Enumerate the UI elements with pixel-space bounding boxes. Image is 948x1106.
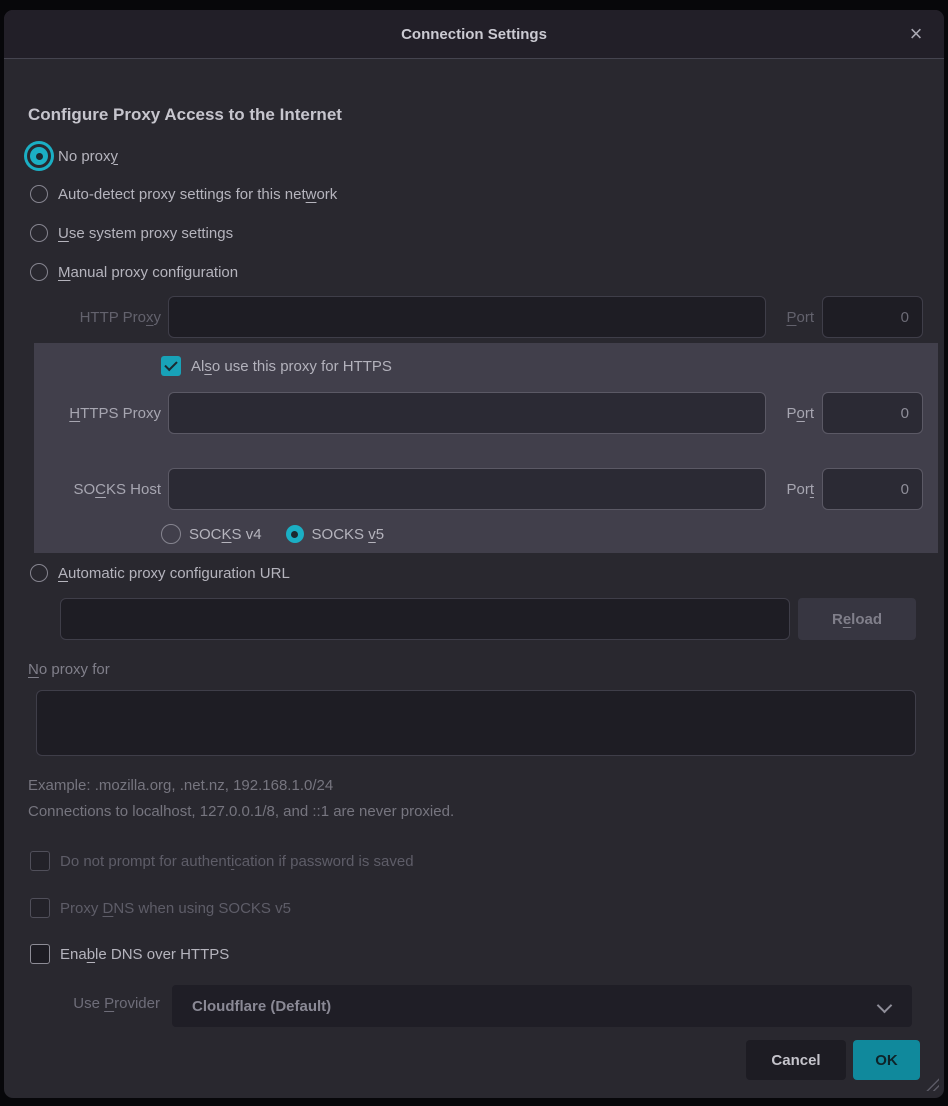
https-proxy-input[interactable] [168, 392, 766, 434]
radio-icon[interactable] [30, 564, 48, 582]
checkbox-enable-doh[interactable]: Enable DNS over HTTPS [30, 943, 229, 965]
socks-version-row: SOCKS v4 SOCKS v5 [161, 524, 384, 544]
https-port-input[interactable] [822, 392, 923, 434]
radio-system-proxy-label: Use system proxy settings [58, 225, 233, 242]
checkbox-enable-doh-label: Enable DNS over HTTPS [60, 946, 229, 963]
checkbox-icon[interactable] [30, 851, 50, 871]
no-proxy-note-text: Connections to localhost, 127.0.0.1/8, a… [28, 803, 454, 820]
socks-host-label: SOCKS Host [34, 481, 168, 498]
socks-host-input[interactable] [168, 468, 766, 510]
radio-system-proxy[interactable]: Use system proxy settings [30, 219, 233, 247]
ok-button[interactable]: OK [853, 1040, 920, 1080]
provider-selected-value: Cloudflare (Default) [192, 998, 331, 1015]
cancel-button[interactable]: Cancel [746, 1040, 846, 1080]
radio-selected-icon-socks-v5[interactable] [286, 525, 304, 543]
no-proxy-for-label: No proxy for [28, 661, 110, 678]
radio-manual-proxy[interactable]: Manual proxy configuration [30, 258, 238, 286]
radio-no-proxy-label: No proxy [58, 148, 118, 165]
http-port-label: Port [776, 309, 814, 326]
http-proxy-row: HTTP Proxy Port [34, 296, 920, 338]
dialog-titlebar: Connection Settings × [4, 10, 944, 59]
close-icon[interactable]: × [900, 18, 932, 50]
socks-host-row: SOCKS Host Port [34, 468, 920, 510]
use-provider-label: Use Provider [28, 995, 160, 1012]
radio-socks-v5-label[interactable]: SOCKS v5 [312, 526, 385, 543]
radio-icon[interactable] [30, 263, 48, 281]
https-proxy-label: HTTPS Proxy [34, 405, 168, 422]
checkbox-no-auth-prompt-label: Do not prompt for authentication if pass… [60, 853, 414, 870]
radio-auto-url-label: Automatic proxy configuration URL [58, 565, 290, 582]
http-port-input[interactable] [822, 296, 923, 338]
radio-selected-icon[interactable] [30, 147, 48, 165]
radio-auto-detect-label: Auto-detect proxy settings for this netw… [58, 186, 337, 203]
checkbox-icon[interactable] [30, 898, 50, 918]
reload-button[interactable]: Reload [798, 598, 916, 640]
checkbox-also-https-label: Also use this proxy for HTTPS [191, 358, 392, 375]
radio-no-proxy[interactable]: No proxy [30, 142, 118, 170]
radio-auto-url[interactable]: Automatic proxy configuration URL [30, 559, 290, 587]
checkbox-icon[interactable] [30, 944, 50, 964]
http-proxy-label: HTTP Proxy [34, 309, 168, 326]
no-proxy-example-text: Example: .mozilla.org, .net.nz, 192.168.… [28, 777, 333, 794]
radio-manual-proxy-label: Manual proxy configuration [58, 264, 238, 281]
provider-dropdown[interactable]: Cloudflare (Default) [172, 985, 912, 1027]
resize-grip[interactable] [925, 1077, 939, 1091]
radio-socks-v4-label[interactable]: SOCKS v4 [189, 526, 262, 543]
socks-port-input[interactable] [822, 468, 923, 510]
connection-settings-dialog: Connection Settings × Configure Proxy Ac… [4, 10, 944, 1098]
radio-icon[interactable] [30, 224, 48, 242]
dialog-title: Connection Settings [401, 26, 547, 43]
https-proxy-row: HTTPS Proxy Port [34, 392, 920, 434]
checkbox-proxy-dns[interactable]: Proxy DNS when using SOCKS v5 [30, 897, 291, 919]
http-proxy-input[interactable] [168, 296, 766, 338]
https-port-label: Port [776, 405, 814, 422]
auto-url-input[interactable] [60, 598, 790, 640]
checkbox-checked-icon[interactable] [161, 356, 181, 376]
no-proxy-for-textarea[interactable] [36, 690, 916, 756]
socks-port-label: Port [776, 481, 814, 498]
page-title: Configure Proxy Access to the Internet [28, 105, 342, 125]
checkbox-proxy-dns-label: Proxy DNS when using SOCKS v5 [60, 900, 291, 917]
checkbox-also-https[interactable]: Also use this proxy for HTTPS [161, 355, 392, 377]
radio-icon[interactable] [30, 185, 48, 203]
radio-icon-socks-v4[interactable] [161, 524, 181, 544]
radio-auto-detect[interactable]: Auto-detect proxy settings for this netw… [30, 180, 337, 208]
chevron-down-icon [877, 998, 893, 1014]
checkbox-no-auth-prompt[interactable]: Do not prompt for authentication if pass… [30, 850, 414, 872]
